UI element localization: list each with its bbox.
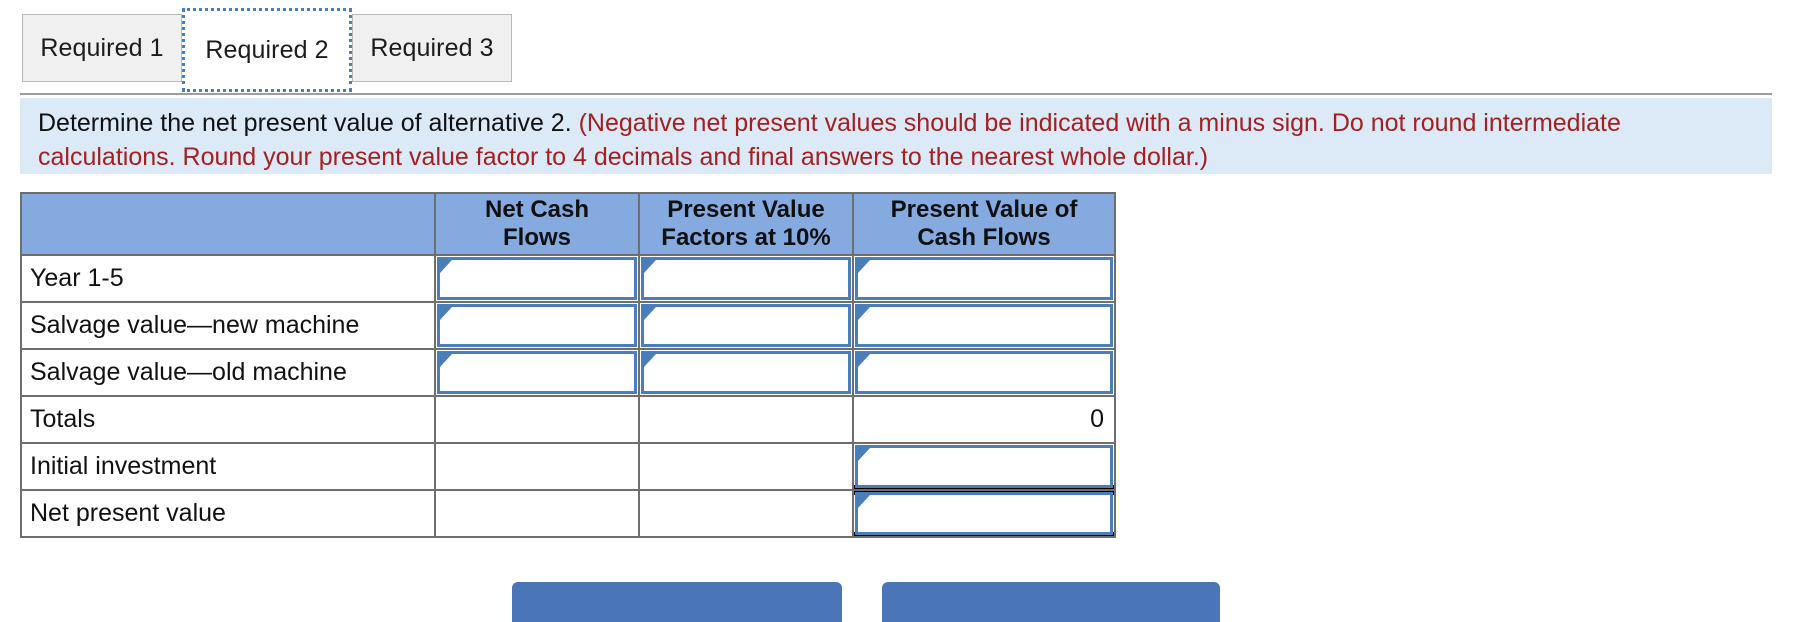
tab-required-2[interactable]: Required 2	[182, 8, 352, 92]
cell-salvage-new-net-cash-flows[interactable]	[434, 301, 640, 350]
row-label-year-1-5: Year 1-5	[20, 254, 436, 303]
cell-net-present-value-net-cash-flows	[434, 489, 640, 538]
input-year-1-5-pv-factors[interactable]	[641, 257, 851, 300]
column-header-net-cash-flows-line1: Net Cash	[484, 196, 590, 223]
cell-flag-icon	[440, 307, 452, 320]
instruction-banner: Determine the net present value of alter…	[20, 98, 1772, 174]
row-label-salvage-new-machine: Salvage value—new machine	[20, 301, 436, 350]
cell-net-present-value-pv-factors	[638, 489, 854, 538]
input-net-present-value-pv-cash-flows[interactable]	[855, 492, 1113, 535]
cell-salvage-new-pv-factors[interactable]	[638, 301, 854, 350]
tab-required-1[interactable]: Required 1	[22, 14, 182, 82]
cell-year-1-5-net-cash-flows[interactable]	[434, 254, 640, 303]
table-row: Year 1-5	[20, 254, 1116, 303]
next-button[interactable]	[882, 582, 1220, 622]
instruction-prompt: Determine the net present value of alter…	[38, 109, 572, 137]
cell-year-1-5-pv-cash-flows[interactable]	[852, 254, 1116, 303]
instruction-text: Determine the net present value of alter…	[38, 106, 1754, 174]
input-salvage-old-pv-factors[interactable]	[641, 351, 851, 394]
cell-initial-investment-pv-factors	[638, 442, 854, 491]
column-header-pv-factors-line1: Present Value	[667, 196, 825, 223]
cell-salvage-new-pv-cash-flows[interactable]	[852, 301, 1116, 350]
tab-required-3-label: Required 3	[370, 33, 494, 62]
input-year-1-5-net-cash-flows[interactable]	[437, 257, 637, 300]
cell-totals-pv-cash-flows: 0	[852, 395, 1116, 444]
table-row: Salvage value—new machine	[20, 301, 1116, 350]
input-salvage-new-pv-cash-flows[interactable]	[855, 304, 1113, 347]
cell-salvage-old-net-cash-flows[interactable]	[434, 348, 640, 397]
tab-required-2-label: Required 2	[205, 35, 329, 64]
column-header-blank	[20, 192, 436, 256]
cell-salvage-old-pv-factors[interactable]	[638, 348, 854, 397]
input-year-1-5-pv-cash-flows[interactable]	[855, 257, 1113, 300]
input-salvage-old-pv-cash-flows[interactable]	[855, 351, 1113, 394]
column-header-net-cash-flows-line2: Flows	[502, 224, 571, 251]
table-header: Net Cash Flows Present Value Factors at …	[20, 192, 1116, 256]
table-header-row: Net Cash Flows Present Value Factors at …	[20, 192, 1116, 256]
column-header-pv-factors: Present Value Factors at 10%	[638, 192, 854, 256]
cell-flag-icon	[644, 307, 656, 320]
cell-totals-pv-factors	[638, 395, 854, 444]
tab-required-1-label: Required 1	[40, 33, 164, 62]
cell-flag-icon	[644, 260, 656, 273]
table-row: Net present value	[20, 489, 1116, 538]
cell-flag-icon	[644, 354, 656, 367]
table-body: Year 1-5 Salvage value—new machine Salva…	[20, 254, 1116, 538]
input-salvage-new-pv-factors[interactable]	[641, 304, 851, 347]
cell-salvage-old-pv-cash-flows[interactable]	[852, 348, 1116, 397]
row-label-salvage-old-machine: Salvage value—old machine	[20, 348, 436, 397]
cell-flag-icon	[858, 354, 870, 367]
tab-strip: Required 1 Required 2 Required 3	[0, 0, 1814, 96]
previous-button[interactable]	[512, 582, 842, 622]
cell-year-1-5-pv-factors[interactable]	[638, 254, 854, 303]
row-label-net-present-value: Net present value	[20, 489, 436, 538]
column-header-net-cash-flows: Net Cash Flows	[434, 192, 640, 256]
cell-totals-net-cash-flows	[434, 395, 640, 444]
bottom-button-row	[0, 582, 1814, 622]
column-header-pv-factors-line2: Factors at 10%	[661, 224, 831, 251]
table-row: Totals 0	[20, 395, 1116, 444]
cell-flag-icon	[440, 354, 452, 367]
row-label-totals: Totals	[20, 395, 436, 444]
column-header-pv-cash-flows-line2: Cash Flows	[917, 224, 1051, 251]
cell-flag-icon	[858, 307, 870, 320]
cell-flag-icon	[858, 260, 870, 273]
cell-flag-icon	[858, 495, 870, 508]
table-row: Salvage value—old machine	[20, 348, 1116, 397]
cell-flag-icon	[440, 260, 452, 273]
cell-initial-investment-pv-cash-flows[interactable]	[852, 442, 1116, 491]
npv-worksheet-table: Net Cash Flows Present Value Factors at …	[20, 192, 1116, 538]
tab-required-3[interactable]: Required 3	[352, 14, 512, 82]
tab-strip-divider	[20, 93, 1772, 95]
cell-net-present-value-pv-cash-flows[interactable]	[852, 489, 1116, 538]
row-label-initial-investment: Initial investment	[20, 442, 436, 491]
table-row: Initial investment	[20, 442, 1116, 491]
input-salvage-new-net-cash-flows[interactable]	[437, 304, 637, 347]
cell-flag-icon	[858, 448, 870, 461]
cell-initial-investment-net-cash-flows	[434, 442, 640, 491]
input-initial-investment-pv-cash-flows[interactable]	[855, 445, 1113, 488]
column-header-pv-cash-flows: Present Value of Cash Flows	[852, 192, 1116, 256]
column-header-pv-cash-flows-line1: Present Value of	[890, 196, 1078, 223]
input-salvage-old-net-cash-flows[interactable]	[437, 351, 637, 394]
